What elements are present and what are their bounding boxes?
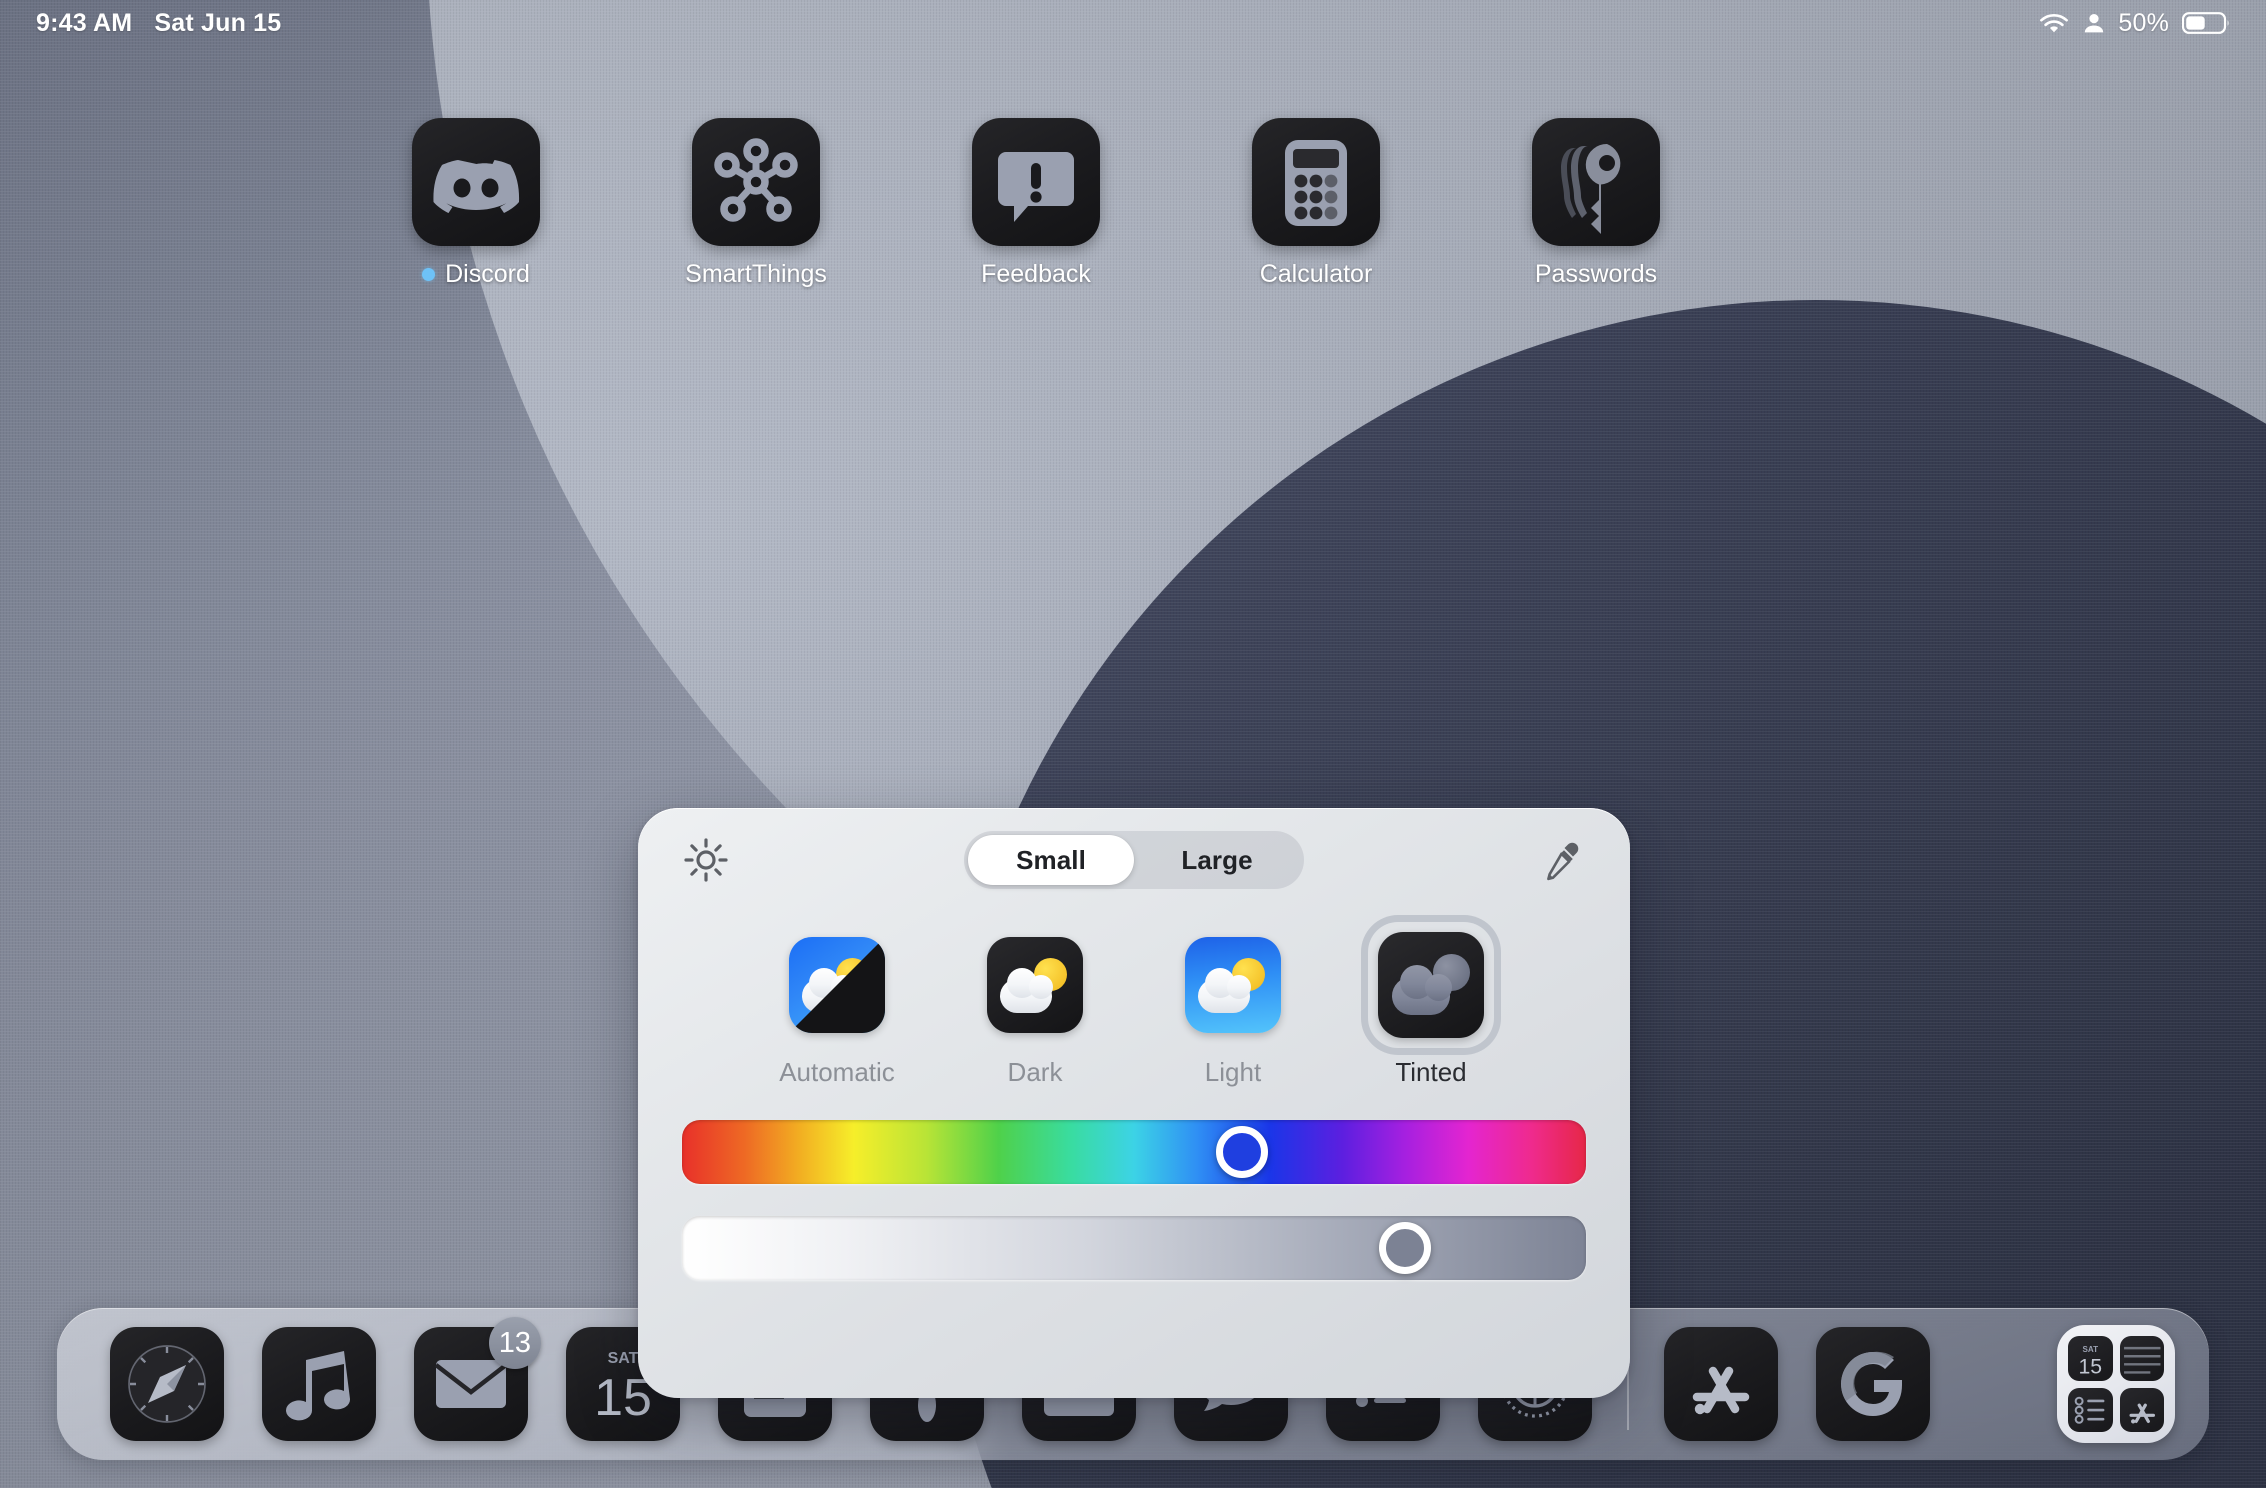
weather-automatic-icon bbox=[789, 937, 885, 1033]
slider-group bbox=[638, 1120, 1630, 1280]
tone-slider[interactable] bbox=[682, 1216, 1586, 1280]
smartthings-icon[interactable] bbox=[692, 118, 820, 246]
app-label-feedback: Feedback bbox=[981, 260, 1091, 289]
status-date: Sat Jun 15 bbox=[154, 8, 282, 37]
hue-slider[interactable] bbox=[682, 1120, 1586, 1184]
dock-item-app-store[interactable] bbox=[1645, 1327, 1797, 1441]
app-name-smartthings: SmartThings bbox=[685, 260, 827, 288]
size-segmented-control[interactable]: Small Large bbox=[964, 831, 1304, 889]
wifi-icon bbox=[2038, 11, 2070, 35]
appearance-label-light: Light bbox=[1204, 1057, 1262, 1087]
safari-icon[interactable] bbox=[110, 1327, 224, 1441]
appearance-tinted[interactable]: Tinted bbox=[1361, 922, 1501, 1088]
dock-item-google[interactable] bbox=[1797, 1327, 1949, 1441]
status-bar: 9:43 AM Sat Jun 15 50% bbox=[0, 0, 2266, 46]
app-smartthings[interactable]: SmartThings bbox=[616, 118, 896, 289]
appearance-label-automatic: Automatic bbox=[779, 1057, 895, 1087]
app-name-passwords: Passwords bbox=[1534, 260, 1658, 288]
appearance-light[interactable]: Light bbox=[1163, 922, 1303, 1088]
svg-text:SAT: SAT bbox=[2082, 1345, 2098, 1354]
dock-item-safari[interactable] bbox=[91, 1327, 243, 1441]
icon-customization-panel: Small Large Automatic Dark Light Tinted bbox=[638, 808, 1630, 1398]
svg-text:SAT: SAT bbox=[608, 1350, 639, 1367]
app-label-discord: Discord bbox=[422, 260, 530, 289]
appearance-dark-box[interactable] bbox=[972, 922, 1098, 1048]
feedback-icon[interactable] bbox=[972, 118, 1100, 246]
appearance-automatic[interactable]: Automatic bbox=[767, 922, 907, 1088]
app-label-calculator: Calculator bbox=[1260, 260, 1373, 289]
app-feedback[interactable]: Feedback bbox=[896, 118, 1176, 289]
status-bar-right[interactable]: 50% bbox=[2038, 9, 2230, 38]
app-library-cell-app-store bbox=[2119, 1387, 2164, 1432]
appearance-light-box[interactable] bbox=[1170, 922, 1296, 1048]
app-discord[interactable]: Discord bbox=[336, 118, 616, 289]
app-library-cell-notes bbox=[2119, 1336, 2164, 1381]
dock-item-mail[interactable]: 13 bbox=[395, 1317, 547, 1441]
person-icon bbox=[2083, 11, 2105, 35]
app-library-cell-reminders bbox=[2068, 1387, 2113, 1432]
weather-tinted-icon bbox=[1378, 932, 1484, 1038]
appearance-options: Automatic Dark Light Tinted bbox=[638, 922, 1630, 1088]
eyedropper-icon[interactable] bbox=[1540, 837, 1586, 883]
appearance-dark[interactable]: Dark bbox=[965, 922, 1105, 1088]
appearance-label-dark: Dark bbox=[1007, 1057, 1063, 1087]
status-bar-left: 9:43 AM Sat Jun 15 bbox=[36, 9, 281, 38]
appearance-label-tinted: Tinted bbox=[1395, 1057, 1467, 1087]
mail-badge: 13 bbox=[488, 1317, 541, 1369]
app-label-smartthings: SmartThings bbox=[685, 260, 827, 289]
recent-indicator-dot bbox=[422, 268, 436, 281]
battery-icon bbox=[2181, 11, 2230, 35]
passwords-icon[interactable] bbox=[1532, 118, 1660, 246]
app-label-passwords: Passwords bbox=[1535, 260, 1657, 289]
appstore-icon[interactable] bbox=[1664, 1327, 1778, 1441]
dock-item-music[interactable] bbox=[243, 1327, 395, 1441]
app-passwords[interactable]: Passwords bbox=[1456, 118, 1736, 289]
discord-icon[interactable] bbox=[412, 118, 540, 246]
google-icon[interactable] bbox=[1816, 1327, 1930, 1441]
music-icon[interactable] bbox=[262, 1327, 376, 1441]
app-grid: Discord SmartThings Feedback Calculator … bbox=[0, 118, 2266, 289]
dock-right-group: SAT 15 bbox=[2057, 1325, 2175, 1443]
app-name-discord: Discord bbox=[445, 260, 530, 288]
app-library[interactable]: SAT 15 bbox=[2057, 1325, 2175, 1443]
appearance-automatic-box[interactable] bbox=[774, 922, 900, 1048]
tone-slider-thumb[interactable] bbox=[1379, 1222, 1432, 1274]
segment-large[interactable]: Large bbox=[1134, 835, 1300, 885]
app-calculator[interactable]: Calculator bbox=[1176, 118, 1456, 289]
weather-dark-icon bbox=[987, 937, 1083, 1033]
app-name-calculator: Calculator bbox=[1259, 260, 1373, 288]
appearance-tinted-box[interactable] bbox=[1368, 922, 1494, 1048]
app-name-feedback: Feedback bbox=[981, 260, 1091, 288]
segment-small[interactable]: Small bbox=[968, 835, 1134, 885]
battery-percent: 50% bbox=[2118, 8, 2169, 37]
weather-light-icon bbox=[1185, 937, 1281, 1033]
status-time: 9:43 AM bbox=[36, 8, 133, 37]
hue-slider-thumb[interactable] bbox=[1216, 1126, 1269, 1178]
app-library-cell-calendar: SAT 15 bbox=[2068, 1336, 2113, 1381]
sun-icon[interactable] bbox=[682, 836, 730, 884]
svg-text:15: 15 bbox=[2078, 1355, 2102, 1378]
panel-header: Small Large bbox=[638, 808, 1630, 912]
calculator-icon[interactable] bbox=[1252, 118, 1380, 246]
